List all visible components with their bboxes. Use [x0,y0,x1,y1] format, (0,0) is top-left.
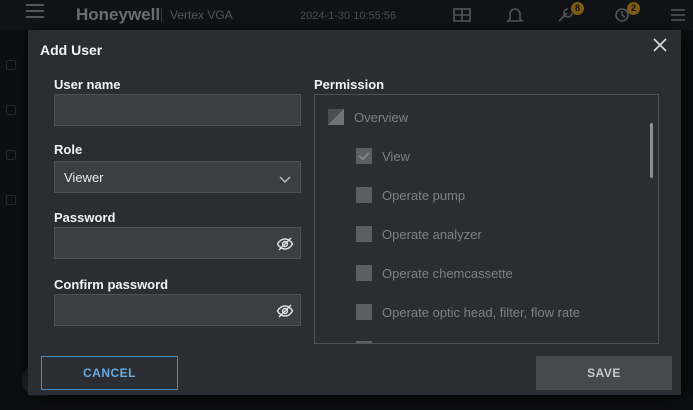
confirm-password-label: Confirm password [54,277,169,292]
role-select[interactable]: Viewer [54,161,301,193]
password-label: Password [54,210,116,225]
permission-scrollbar[interactable] [650,123,653,178]
permission-item-overview[interactable]: Overview [328,109,408,125]
permission-label: Permission [314,77,385,92]
confirm-password-field[interactable] [54,294,301,326]
permission-item-label: Operate chemcassette [382,265,513,281]
username-field[interactable] [54,94,301,126]
close-icon[interactable] [652,37,668,53]
eye-slash-icon[interactable] [276,235,294,253]
permission-item-operate-chemcassette[interactable]: Operate chemcassette [356,265,513,281]
username-label: User name [54,77,121,92]
permission-item-label: Operate optic head, filter, flow rate [382,304,580,320]
permission-checkbox[interactable] [356,341,372,343]
permission-list[interactable]: Overview View Operate pump Operate analy… [314,94,659,344]
permission-item-label: Operate pump [382,187,466,203]
cancel-button[interactable]: CANCEL [41,356,178,390]
chevron-down-icon [279,172,291,183]
password-input[interactable] [55,228,300,258]
confirm-password-input[interactable] [55,295,300,325]
eye-slash-icon[interactable] [276,302,294,320]
permission-checkbox[interactable] [356,187,372,203]
permission-item-label: Overview [354,109,409,125]
permission-item-view[interactable]: View [356,148,410,164]
permission-item-operate-analyzer[interactable]: Operate analyzer [356,226,482,242]
permission-checkbox[interactable] [328,109,344,125]
permission-item-operate-pump[interactable]: Operate pump [356,187,465,203]
add-user-dialog: Add User User name Role Viewer Password … [28,30,681,395]
permission-item-label: Operate analyzer [382,226,482,242]
dialog-title: Add User [40,42,103,58]
permission-checkbox[interactable] [356,226,372,242]
permission-item-partial[interactable] [356,341,372,343]
permission-item-operate-optic-head[interactable]: Operate optic head, filter, flow rate [356,304,580,320]
permission-checkbox[interactable] [356,148,372,164]
role-selected-value: Viewer [64,170,104,185]
permission-item-label: View [382,148,410,164]
permission-checkbox[interactable] [356,304,372,320]
permission-checkbox[interactable] [356,265,372,281]
password-field[interactable] [54,227,301,259]
role-label: Role [54,142,83,157]
save-button[interactable]: SAVE [536,356,672,390]
username-input[interactable] [55,95,300,125]
